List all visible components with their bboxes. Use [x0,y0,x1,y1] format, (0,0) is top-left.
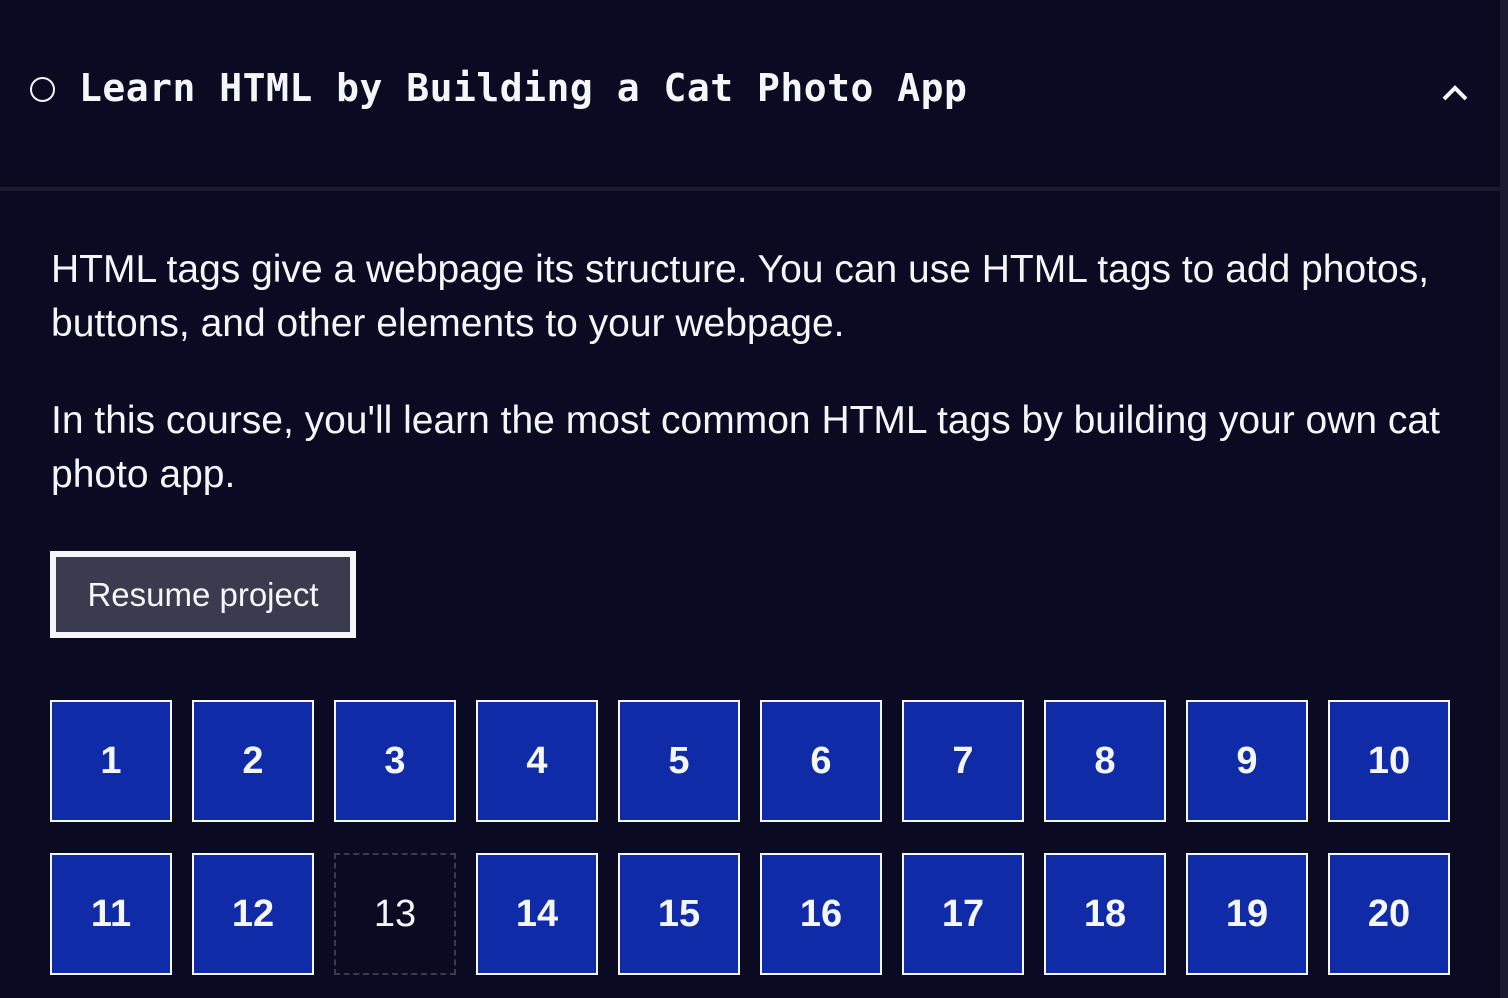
scrollbar-track[interactable] [1500,0,1508,998]
course-description: In this course, you'll learn the most co… [51,399,1440,496]
step-completed[interactable]: 15 [618,853,740,975]
chevron-up-icon[interactable] [1440,80,1470,104]
course-description: HTML tags give a webpage its structure. … [51,248,1430,345]
step-completed[interactable]: 4 [476,700,598,822]
step-completed[interactable]: 19 [1186,853,1308,975]
step-completed[interactable]: 6 [760,700,882,822]
step-completed[interactable]: 2 [192,700,314,822]
step-completed[interactable]: 11 [50,853,172,975]
resume-project-button[interactable]: Resume project [50,551,356,638]
step-completed[interactable]: 8 [1044,700,1166,822]
step-completed[interactable]: 14 [476,853,598,975]
step-completed[interactable]: 17 [902,853,1024,975]
step-completed[interactable]: 9 [1186,700,1308,822]
step-completed[interactable]: 3 [334,700,456,822]
circle-icon [30,77,55,102]
step-completed[interactable]: 16 [760,853,882,975]
step-current[interactable]: 13 [334,853,456,975]
course-header-toggle[interactable]: Learn HTML by Building a Cat Photo App [0,0,1500,187]
step-completed[interactable]: 12 [192,853,314,975]
step-completed[interactable]: 10 [1328,700,1450,822]
step-completed[interactable]: 7 [902,700,1024,822]
course-title: Learn HTML by Building a Cat Photo App [79,66,968,110]
step-completed[interactable]: 18 [1044,853,1166,975]
divider [0,187,1500,191]
step-completed[interactable]: 20 [1328,853,1450,975]
step-completed[interactable]: 5 [618,700,740,822]
step-completed[interactable]: 1 [50,700,172,822]
